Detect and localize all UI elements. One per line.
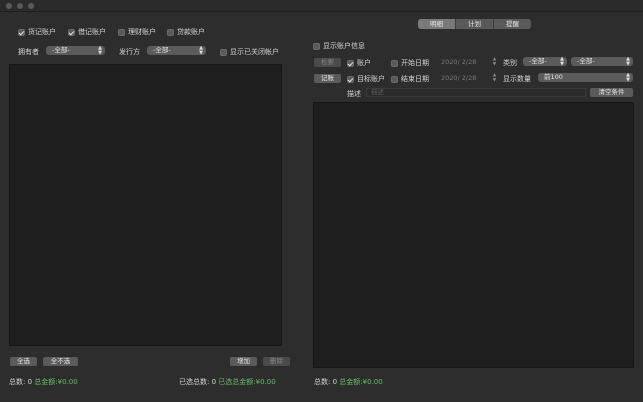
- checkbox-start-date[interactable]: 开始日期: [391, 58, 429, 68]
- check-icon: [68, 28, 75, 36]
- end-date-stepper[interactable]: ▲ ▼: [492, 73, 497, 83]
- check-icon: [18, 28, 25, 36]
- owner-label: 拥有者: [18, 48, 39, 56]
- right-totals: 总数: 0 总金额:¥0.00: [314, 378, 383, 386]
- tab-reminder[interactable]: 提醒: [494, 19, 531, 29]
- zoom-window-button[interactable]: [28, 3, 34, 9]
- checkbox-account[interactable]: 账户: [347, 58, 371, 68]
- checkbox-show-closed[interactable]: 显示已关闭帐户: [220, 47, 279, 57]
- count-label: 显示数量: [503, 75, 531, 83]
- checkbox-show-account-info[interactable]: 显示账户信息: [313, 41, 365, 51]
- check-icon: [347, 75, 354, 83]
- updown-arrows-icon: ▲ ▼: [626, 72, 630, 83]
- checkbox-target-account[interactable]: 目标账户: [347, 74, 385, 84]
- checkbox-end-date[interactable]: 结束日期: [391, 74, 429, 84]
- bookkeep-button[interactable]: 记账: [314, 74, 341, 83]
- delete-button[interactable]: 删除: [263, 357, 290, 366]
- start-date-field[interactable]: 2020/ 2/28: [441, 58, 476, 67]
- checkbox-finance-account[interactable]: 理财账户: [118, 27, 156, 37]
- detail-list-panel[interactable]: [313, 102, 634, 368]
- selected-totals: 已选总数: 0 已选总金额:¥0.00: [179, 378, 276, 386]
- updown-arrows-icon: ▲ ▼: [626, 56, 630, 67]
- minimize-window-button[interactable]: [17, 3, 23, 9]
- add-button[interactable]: 增加: [230, 357, 257, 366]
- issuer-select[interactable]: -全部- ▲ ▼: [147, 46, 206, 55]
- owner-select[interactable]: -全部- ▲ ▼: [46, 46, 105, 55]
- category-label: 类别: [503, 59, 517, 67]
- tab-detail[interactable]: 明细: [418, 19, 456, 29]
- end-date-field[interactable]: 2020/ 2/28: [441, 74, 476, 83]
- updown-arrows-icon: ▲ ▼: [98, 45, 102, 56]
- app-window: 货记账户 借记账户 理财账户 贷款账户 拥有者 -全部- ▲ ▼ 发行方 -全部-…: [0, 0, 643, 402]
- retrieve-button[interactable]: 检索: [314, 58, 341, 67]
- updown-arrows-icon: ▲ ▼: [199, 45, 203, 56]
- count-select[interactable]: 前100 ▲ ▼: [538, 73, 633, 82]
- view-tabs: 明细 计划 提醒: [418, 19, 531, 29]
- category-select[interactable]: -全部- ▲ ▼: [523, 57, 567, 66]
- select-all-button[interactable]: 全选: [10, 357, 37, 366]
- clear-conditions-button[interactable]: 清空条件: [590, 88, 633, 97]
- issuer-label: 发行方: [119, 48, 140, 56]
- checkbox-credit-account[interactable]: 货记账户: [18, 27, 56, 37]
- checkbox-debit-account[interactable]: 借记账户: [68, 27, 106, 37]
- desc-input[interactable]: 描述: [366, 88, 586, 97]
- desc-label: 描述: [347, 90, 361, 98]
- tab-plan[interactable]: 计划: [456, 19, 494, 29]
- checkbox-loan-account[interactable]: 贷款账户: [167, 27, 205, 37]
- check-icon: [347, 59, 354, 67]
- account-list-panel[interactable]: [9, 64, 282, 346]
- start-date-stepper[interactable]: ▲ ▼: [492, 57, 497, 67]
- updown-arrows-icon: ▲ ▼: [560, 56, 564, 67]
- title-bar: [0, 0, 643, 12]
- left-totals: 总数: 0 总金额:¥0.00: [9, 378, 78, 386]
- subcategory-select[interactable]: -全部- ▲ ▼: [571, 57, 633, 66]
- close-window-button[interactable]: [6, 3, 12, 9]
- select-none-button[interactable]: 全不选: [43, 357, 78, 366]
